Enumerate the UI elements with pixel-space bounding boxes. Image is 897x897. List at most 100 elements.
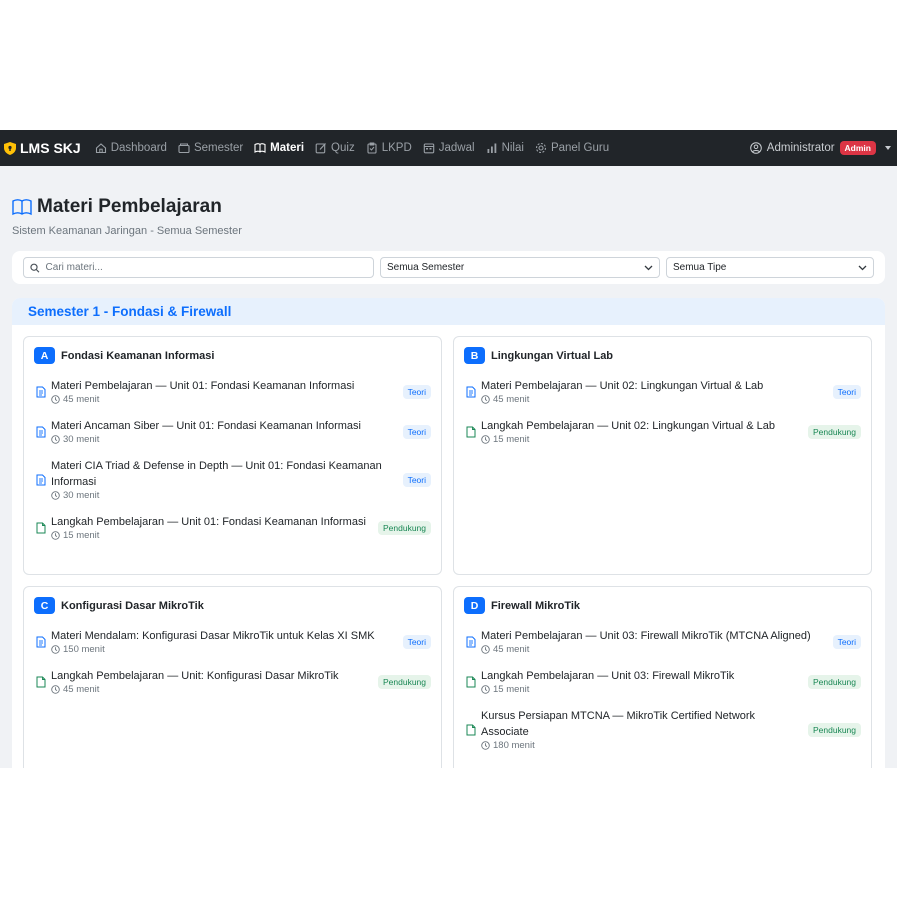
type-select[interactable]: Semua Tipe (666, 257, 874, 278)
document-text-icon (466, 636, 476, 647)
user-menu[interactable]: Administrator Admin (749, 141, 891, 155)
nav-item-label: Jadwal (438, 142, 475, 154)
material-title[interactable]: Materi CIA Triad & Defense in Depth — Un… (51, 458, 397, 490)
duration-text: 45 menit (63, 394, 100, 405)
material-title[interactable]: Materi Pembelajaran — Unit 02: Lingkunga… (481, 378, 827, 394)
material-item[interactable]: Materi Ancaman Siber — Unit 01: Fondasi … (34, 418, 431, 445)
duration-text: 30 menit (63, 434, 100, 445)
material-item-body: Langkah Pembelajaran — Unit: Konfigurasi… (51, 668, 372, 695)
material-item-body: Materi Pembelajaran — Unit 02: Lingkunga… (481, 378, 827, 405)
material-item[interactable]: Materi Pembelajaran — Unit 03: Firewall … (464, 628, 861, 655)
material-title[interactable]: Materi Pembelajaran — Unit 03: Firewall … (481, 628, 827, 644)
unit-title: Firewall MikroTik (491, 599, 581, 612)
semester-heading: Semester 1 - Fondasi & Firewall (12, 298, 885, 325)
user-name: Administrator (766, 142, 835, 154)
material-item[interactable]: Materi Pembelajaran — Unit 01: Fondasi K… (34, 378, 431, 405)
material-title[interactable]: Langkah Pembelajaran — Unit 03: Firewall… (481, 668, 802, 684)
material-item-body: Materi Ancaman Siber — Unit 01: Fondasi … (51, 418, 397, 445)
material-title[interactable]: Langkah Pembelajaran — Unit 02: Lingkung… (481, 418, 802, 434)
material-item[interactable]: Materi Pembelajaran — Unit 02: Lingkunga… (464, 378, 861, 405)
duration-text: 45 menit (493, 394, 530, 405)
home-icon (95, 143, 106, 154)
material-item-body: Materi Pembelajaran — Unit 01: Fondasi K… (51, 378, 397, 405)
material-item-body: Materi Mendalam: Konfigurasi Dasar Mikro… (51, 628, 397, 655)
nav-item-quiz[interactable]: Quiz (315, 142, 355, 154)
nav-item-semester[interactable]: Semester (178, 142, 243, 154)
material-item[interactable]: Langkah Pembelajaran — Unit 02: Lingkung… (464, 418, 861, 445)
nav-item-label: Dashboard (110, 142, 167, 154)
type-badge: Teori (402, 634, 431, 649)
material-title[interactable]: Materi Pembelajaran — Unit 01: Fondasi K… (51, 378, 397, 394)
material-item-body: Materi CIA Triad & Defense in Depth — Un… (51, 458, 397, 501)
document-icon (466, 676, 476, 687)
material-duration: 45 menit (481, 644, 827, 655)
material-item[interactable]: Materi Mendalam: Konfigurasi Dasar Mikro… (34, 628, 431, 655)
duration-text: 180 menit (493, 740, 535, 751)
clock-icon (481, 435, 490, 444)
nav-item-materi[interactable]: Materi (254, 142, 304, 154)
role-badge: Admin (839, 141, 876, 155)
material-duration: 45 menit (481, 394, 827, 405)
nav-item-label: LKPD (381, 142, 412, 154)
semester-select[interactable]: Semua Semester (380, 257, 660, 278)
brand[interactable]: LMS SKJ (4, 140, 81, 156)
book-icon (254, 143, 266, 153)
nav-item-lkpd[interactable]: LKPD (366, 142, 412, 154)
material-item[interactable]: Kursus Persiapan MTCNA — MikroTik Certif… (464, 708, 861, 751)
search-field[interactable] (23, 257, 374, 278)
material-duration: 15 menit (481, 434, 802, 445)
type-badge: Pendukung (377, 674, 431, 689)
material-item[interactable]: Materi CIA Triad & Defense in Depth — Un… (34, 458, 431, 501)
unit-grid: A Fondasi Keamanan Informasi Materi Pembel… (12, 325, 885, 768)
type-badge: Pendukung (807, 674, 861, 689)
bar-chart-icon (487, 143, 496, 153)
material-title[interactable]: Materi Ancaman Siber — Unit 01: Fondasi … (51, 418, 397, 434)
nav-item-jadwal[interactable]: Jadwal (423, 142, 475, 154)
nav-item-dashboard[interactable]: Dashboard (95, 142, 167, 154)
type-select-value: Semua Tipe (673, 262, 727, 273)
material-title[interactable]: Materi Mendalam: Konfigurasi Dasar Mikro… (51, 628, 397, 644)
duration-text: 45 menit (63, 684, 100, 695)
page-header: Materi Pembelajaran Sistem Keamanan Jari… (0, 166, 897, 237)
document-text-icon (466, 386, 476, 397)
clock-icon (51, 435, 60, 444)
user-circle-icon (749, 142, 762, 154)
duration-text: 15 menit (493, 684, 530, 695)
filter-bar: Semua Semester Semua Tipe (12, 251, 885, 284)
material-item-body: Kursus Persiapan MTCNA — MikroTik Certif… (481, 708, 802, 751)
type-badge: Teori (402, 384, 431, 399)
nav-item-nilai[interactable]: Nilai (486, 142, 524, 154)
clipboard-icon (367, 142, 377, 154)
chevron-down-icon (858, 265, 867, 271)
material-item[interactable]: Langkah Pembelajaran — Unit: Konfigurasi… (34, 668, 431, 695)
semester-select-value: Semua Semester (387, 262, 465, 273)
material-duration: 45 menit (51, 684, 372, 695)
material-title[interactable]: Kursus Persiapan MTCNA — MikroTik Certif… (481, 708, 802, 740)
top-navbar: LMS SKJ Dashboard Semester Materi Quiz LKPD J… (0, 130, 897, 166)
gear-icon (535, 142, 546, 154)
material-item[interactable]: Langkah Pembelajaran — Unit 01: Fondasi … (34, 514, 431, 541)
material-duration: 15 menit (51, 530, 372, 541)
material-item[interactable]: Langkah Pembelajaran — Unit 03: Firewall… (464, 668, 861, 695)
material-item-body: Materi Pembelajaran — Unit 03: Firewall … (481, 628, 827, 655)
material-duration: 180 menit (481, 740, 802, 751)
shield-icon (4, 141, 16, 155)
material-title[interactable]: Langkah Pembelajaran — Unit: Konfigurasi… (51, 668, 372, 684)
material-duration: 30 menit (51, 434, 397, 445)
type-badge: Teori (832, 384, 861, 399)
search-input[interactable] (45, 262, 367, 273)
book-open-icon (12, 199, 32, 216)
document-icon (466, 426, 476, 437)
nav-item-panel-guru[interactable]: Panel Guru (535, 142, 609, 154)
clock-icon (51, 531, 60, 540)
material-item-body: Langkah Pembelajaran — Unit 02: Lingkung… (481, 418, 802, 445)
material-title[interactable]: Langkah Pembelajaran — Unit 01: Fondasi … (51, 514, 372, 530)
unit-letter-badge: D (464, 597, 485, 614)
clock-icon (481, 741, 490, 750)
material-duration: 30 menit (51, 490, 397, 501)
material-duration: 15 menit (481, 684, 802, 695)
chevron-down-icon (644, 265, 653, 271)
search-icon (30, 263, 40, 273)
material-item-body: Langkah Pembelajaran — Unit 03: Firewall… (481, 668, 802, 695)
chevron-down-icon[interactable] (885, 146, 891, 150)
